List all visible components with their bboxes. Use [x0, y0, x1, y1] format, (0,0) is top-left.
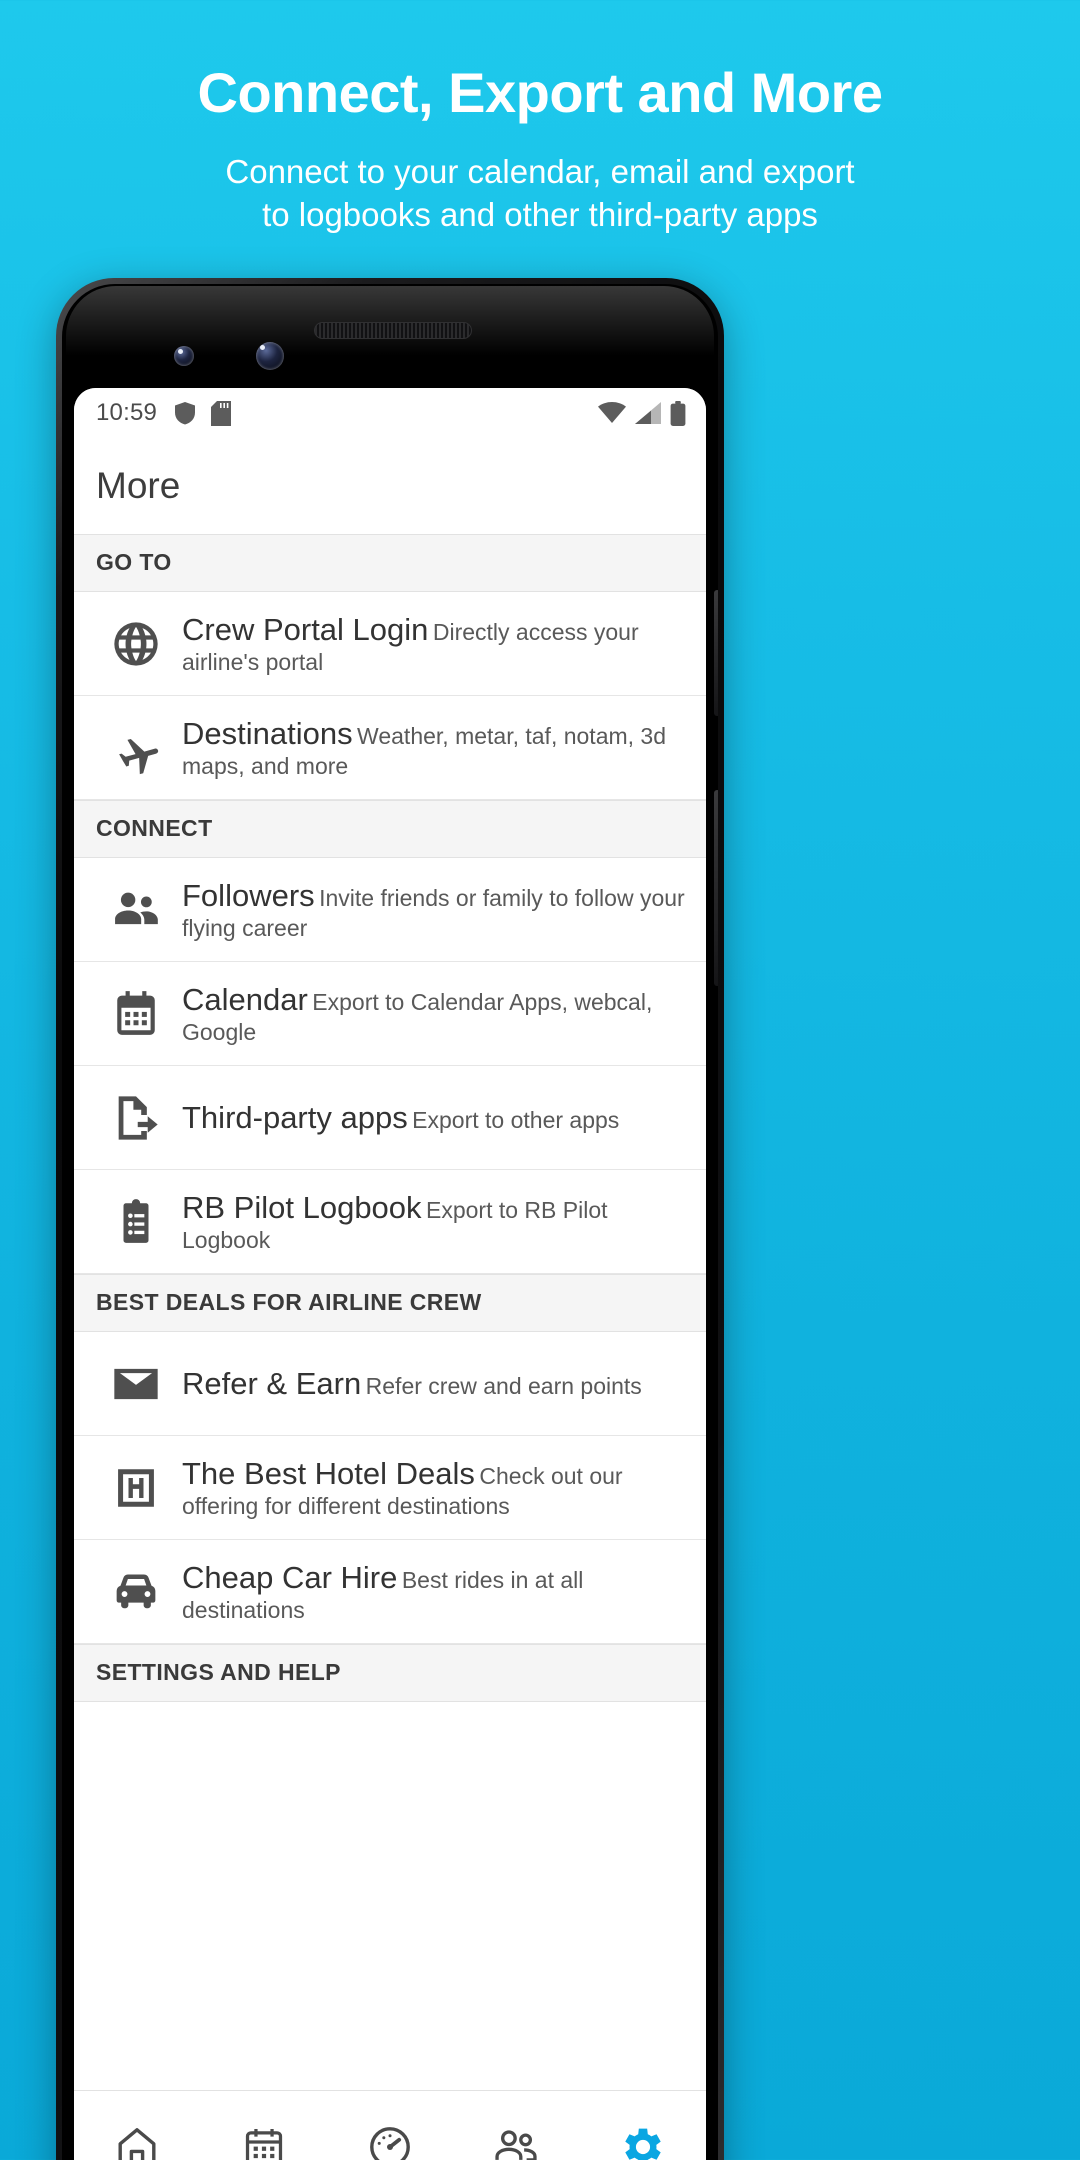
list-item-text: Crew Portal Login Directly access your a… — [176, 611, 686, 676]
promo-subtitle: Connect to your calendar, email and expo… — [0, 150, 1080, 237]
nav-item-crew[interactable] — [453, 2091, 579, 2160]
list-item-title: Cheap Car Hire — [182, 1559, 398, 1595]
list-item-subtitle: Export to other apps — [412, 1106, 620, 1133]
app-bar: More — [74, 438, 706, 534]
bottom-navigation-bar — [74, 2090, 706, 2160]
list-item-title: Followers — [182, 877, 315, 913]
wifi-icon — [598, 402, 626, 424]
globe-icon — [96, 618, 176, 670]
volume-button[interactable] — [714, 590, 718, 716]
list-item-title: Crew Portal Login — [182, 611, 429, 647]
front-camera-primary-icon — [256, 342, 284, 370]
list-item-text: Followers Invite friends or family to fo… — [176, 877, 686, 942]
list-item-third-party-apps[interactable]: Third-party apps Export to other apps — [74, 1066, 706, 1170]
list-item-title: Third-party apps — [182, 1099, 408, 1135]
list-item-refer-and-earn[interactable]: Refer & Earn Refer crew and earn points — [74, 1332, 706, 1436]
gear-icon — [618, 2122, 668, 2160]
section-header-go-to: GO TO — [74, 534, 706, 592]
list-item-title: RB Pilot Logbook — [182, 1189, 422, 1225]
list-item-cheap-car-hire[interactable]: Cheap Car Hire Best rides in at all dest… — [74, 1540, 706, 1644]
list-item-followers[interactable]: Followers Invite friends or family to fo… — [74, 858, 706, 962]
home-icon — [113, 2123, 161, 2160]
calendar-icon — [96, 989, 176, 1039]
phone-bezel: 10:59 More GO TO Crew Portal Login Direc… — [62, 284, 718, 2160]
app-screen: 10:59 More GO TO Crew Portal Login Direc… — [74, 388, 706, 2160]
cell-signal-icon — [635, 402, 661, 424]
promo-subtitle-line-2: to logbooks and other third-party apps — [262, 196, 818, 234]
gauge-icon — [366, 2123, 414, 2160]
list-item-text: Refer & Earn Refer crew and earn points — [176, 1365, 686, 1402]
page-title: Connect, Export and More — [197, 61, 883, 124]
app-bar-title: More — [96, 465, 181, 506]
clipboard-list-icon — [96, 1197, 176, 1247]
battery-icon — [670, 400, 686, 426]
list-item-title: The Best Hotel Deals — [182, 1455, 475, 1491]
status-bar-time: 10:59 — [96, 399, 158, 426]
list-item-crew-portal-login[interactable]: Crew Portal Login Directly access your a… — [74, 592, 706, 696]
list-item-text: The Best Hotel Deals Check out our offer… — [176, 1455, 686, 1520]
list-item-destinations[interactable]: Destinations Weather, metar, taf, notam,… — [74, 696, 706, 800]
promo-subtitle-line-1: Connect to your calendar, email and expo… — [225, 152, 855, 190]
people-icon — [96, 883, 176, 937]
settings-list: GO TO Crew Portal Login Directly access … — [74, 534, 706, 2090]
list-item-best-hotel-deals[interactable]: The Best Hotel Deals Check out our offer… — [74, 1436, 706, 1540]
phone-mockup: 10:59 More GO TO Crew Portal Login Direc… — [56, 278, 724, 2160]
section-header-best-deals: BEST DEALS FOR AIRLINE CREW — [74, 1274, 706, 1332]
nav-item-home[interactable] — [74, 2091, 200, 2160]
power-button[interactable] — [714, 790, 718, 986]
list-item-title: Calendar — [182, 981, 308, 1017]
status-bar-right-icons — [598, 400, 686, 426]
envelope-icon — [96, 1358, 176, 1410]
list-item-text: Calendar Export to Calendar Apps, webcal… — [176, 981, 686, 1046]
list-item-title: Refer & Earn — [182, 1365, 362, 1401]
list-item-rb-pilot-logbook[interactable]: RB Pilot Logbook Export to RB Pilot Logb… — [74, 1170, 706, 1274]
list-item-text: Third-party apps Export to other apps — [176, 1099, 686, 1136]
list-item-text: RB Pilot Logbook Export to RB Pilot Logb… — [176, 1189, 686, 1254]
section-header-settings-and-help: SETTINGS AND HELP — [74, 1644, 706, 1702]
nav-item-calendar[interactable] — [200, 2091, 326, 2160]
nav-item-stats[interactable] — [327, 2091, 453, 2160]
hotel-icon — [96, 1463, 176, 1513]
status-bar: 10:59 — [74, 388, 706, 438]
list-item-subtitle: Refer crew and earn points — [365, 1372, 642, 1399]
section-header-connect: CONNECT — [74, 800, 706, 858]
status-bar-left-icons — [174, 400, 232, 426]
airplane-icon — [96, 721, 176, 775]
shield-icon — [174, 401, 196, 425]
calendar-icon — [241, 2124, 287, 2160]
list-item-title: Destinations — [182, 715, 353, 751]
nav-item-settings[interactable] — [580, 2091, 706, 2160]
promo-header: Connect, Export and More Connect to your… — [0, 0, 1080, 237]
people-icon — [491, 2122, 541, 2160]
car-icon — [96, 1565, 176, 1619]
sd-card-icon — [211, 400, 232, 426]
list-item-calendar[interactable]: Calendar Export to Calendar Apps, webcal… — [74, 962, 706, 1066]
list-item-text: Destinations Weather, metar, taf, notam,… — [176, 715, 686, 780]
earpiece-speaker-icon — [314, 322, 472, 339]
export-file-icon — [96, 1092, 176, 1144]
front-camera-secondary-icon — [174, 346, 194, 366]
list-item-text: Cheap Car Hire Best rides in at all dest… — [176, 1559, 686, 1624]
